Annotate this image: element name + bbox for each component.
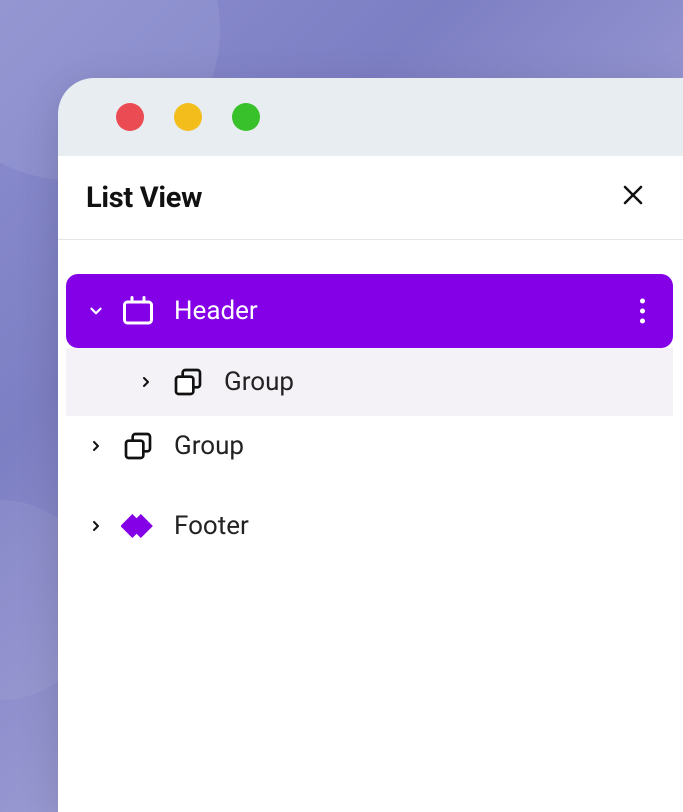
more-vertical-icon bbox=[640, 299, 645, 304]
window-titlebar bbox=[58, 78, 683, 156]
more-options-button[interactable] bbox=[640, 299, 645, 324]
chevron-right-icon[interactable] bbox=[134, 370, 158, 394]
footer-icon bbox=[118, 506, 158, 546]
window-close-light[interactable] bbox=[116, 103, 144, 131]
node-label: Header bbox=[174, 296, 258, 326]
close-button[interactable] bbox=[621, 183, 645, 212]
close-icon bbox=[621, 183, 645, 207]
node-label: Footer bbox=[174, 511, 249, 541]
chevron-right-icon[interactable] bbox=[84, 434, 108, 458]
chevron-right-icon[interactable] bbox=[84, 514, 108, 538]
header-icon bbox=[118, 291, 158, 331]
list-view-panel: List View bbox=[58, 156, 683, 812]
group-icon bbox=[168, 362, 208, 402]
tree-node-group-child[interactable]: Group bbox=[66, 348, 673, 416]
group-icon bbox=[118, 426, 158, 466]
tree-node-header[interactable]: Header bbox=[66, 274, 673, 348]
block-tree: Header bbox=[58, 240, 683, 556]
tree-node-footer[interactable]: Footer bbox=[66, 496, 673, 556]
tree-node-group[interactable]: Group bbox=[66, 416, 673, 476]
app-window: List View bbox=[58, 78, 683, 812]
chevron-down-icon[interactable] bbox=[84, 299, 108, 323]
panel-header: List View bbox=[58, 156, 683, 240]
node-label: Group bbox=[224, 367, 294, 397]
window-maximize-light[interactable] bbox=[232, 103, 260, 131]
node-label: Group bbox=[174, 431, 244, 461]
panel-title: List View bbox=[86, 181, 202, 215]
window-minimize-light[interactable] bbox=[174, 103, 202, 131]
